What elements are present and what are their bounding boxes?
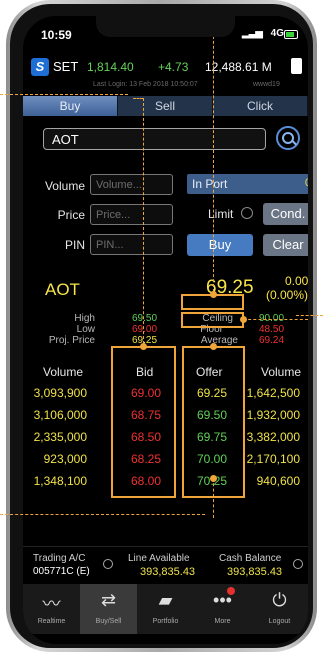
bid-volume: 1,348,100 <box>33 474 87 488</box>
search-icon[interactable] <box>276 126 300 150</box>
phone-bezel: 10:59 ▂▃▅ 4G S SET 1,814.40 +4.73 12,488… <box>10 4 313 648</box>
account-chevron-icon[interactable] <box>103 559 113 569</box>
tab-click[interactable]: Click <box>213 96 308 116</box>
last-login: Last Login: 13 Feb 2018 10:50:07 <box>93 81 198 88</box>
user-id: wwwd19 <box>253 81 280 88</box>
limit-checkbox[interactable] <box>241 207 253 219</box>
notch <box>96 16 235 37</box>
bid-leader-outside <box>0 94 128 95</box>
chart-line-icon: 〰 <box>42 594 61 614</box>
trade-tabs: Buy Sell Click <box>23 96 308 116</box>
tab-sell[interactable]: Sell <box>118 96 213 116</box>
pin-input[interactable]: PIN... <box>90 234 173 255</box>
nav-label: Realtime <box>37 618 66 625</box>
bid-volume: 3,093,900 <box>33 386 87 400</box>
low-label: Low <box>76 324 95 335</box>
limit-label: Limit <box>208 207 234 221</box>
bid-volume-header: Volume <box>43 365 84 379</box>
index-name: SET <box>53 59 79 74</box>
volume-input[interactable]: Volume... <box>90 174 173 195</box>
bid-leader-vertical <box>143 98 144 344</box>
symbol-input[interactable]: AOT <box>43 128 266 150</box>
offer-volume-header: Volume <box>261 365 302 379</box>
nav-realtime[interactable]: 〰 Realtime <box>23 584 80 634</box>
ceiling-marker-dot <box>210 291 217 298</box>
bottom-nav: 〰 Realtime ⇄ Buy/Sell ▰ Portfolio ••• Mo… <box>23 584 308 634</box>
offer-volume: 1,642,500 <box>246 386 300 400</box>
index-value: 1,814.40 <box>87 60 134 74</box>
battery-icon <box>284 30 298 39</box>
buy-button[interactable]: Buy <box>187 234 253 256</box>
network-label: 4G <box>270 28 284 39</box>
folder-icon: ▰ <box>158 590 173 610</box>
stock-change-pct: (0.00%) <box>266 288 308 302</box>
cond-button[interactable]: Cond. <box>263 203 308 225</box>
average-value: 69.24 <box>259 335 285 346</box>
app-screen: 10:59 ▂▃▅ 4G S SET 1,814.40 +4.73 12,488… <box>23 16 308 644</box>
in-port-display: In Port 0 <box>187 174 308 194</box>
cash-chevron-icon[interactable] <box>293 559 303 569</box>
bid-leader-top <box>133 98 143 99</box>
high-value: 69.50 <box>132 313 158 324</box>
cash-balance-label: Cash Balance <box>219 553 282 564</box>
notification-badge <box>227 587 235 595</box>
index-bar: S SET 1,814.40 +4.73 12,488.61 M Last Lo… <box>23 54 308 98</box>
line-available-label: Line Available <box>128 553 190 564</box>
nav-label: Logout <box>268 618 291 625</box>
stock-change: 0.00 <box>285 274 308 288</box>
offer-volume: 1,932,000 <box>246 408 300 422</box>
floor-leader-outside <box>296 315 323 316</box>
floor-highlight-box <box>181 312 244 328</box>
pin-label: PIN <box>64 238 85 252</box>
offer-volume: 3,382,000 <box>246 430 300 444</box>
bid-volume: 923,000 <box>43 452 87 466</box>
bid-volume: 2,335,000 <box>33 430 87 444</box>
index-volume: 12,488.61 M <box>205 60 272 74</box>
proj-price-label: Proj. Price <box>48 335 95 346</box>
clock: 10:59 <box>41 28 72 42</box>
volume-label: Volume <box>44 179 85 193</box>
account-summary: Trading A/C 005771C (E) Line Available 3… <box>23 546 308 583</box>
nav-label: Portfolio <box>152 618 179 625</box>
nav-label: More <box>214 618 231 625</box>
nav-more[interactable]: ••• More <box>194 584 251 634</box>
clear-button[interactable]: Clear <box>263 234 308 256</box>
offer-marker-top-dot <box>210 343 217 350</box>
bid-highlight-box <box>111 346 176 498</box>
notification-icon[interactable] <box>291 58 302 74</box>
low-value: 69.00 <box>132 324 158 335</box>
stock-symbol: AOT <box>45 280 80 299</box>
offer-leader-vertical <box>213 478 214 518</box>
cash-balance-value: 393,835.43 <box>227 566 283 578</box>
power-icon: ⏻ <box>272 590 287 610</box>
floor-leader-line <box>243 319 308 320</box>
index-change: +4.73 <box>158 60 189 74</box>
line-available-value: 393,835.43 <box>140 566 196 578</box>
signal-icon: ▂▃▅ <box>241 28 263 39</box>
offer-leader-outside <box>0 514 205 515</box>
symbol-search-row: AOT <box>31 126 300 152</box>
nav-logout[interactable]: ⏻ Logout <box>251 584 308 634</box>
app-logo: S <box>31 58 49 76</box>
nav-portfolio[interactable]: ▰ Portfolio <box>137 584 194 634</box>
nav-buy-sell[interactable]: ⇄ Buy/Sell <box>80 584 137 634</box>
price-input[interactable]: Price... <box>90 204 173 225</box>
floor-value: 48.50 <box>259 324 285 335</box>
tab-buy[interactable]: Buy <box>23 96 118 116</box>
trading-account-value: 005771C (E) <box>33 566 90 577</box>
in-port-value: 0 <box>304 177 308 189</box>
trading-account-label: Trading A/C <box>33 553 86 564</box>
nav-label: Buy/Sell <box>95 618 122 625</box>
bid-marker-dot <box>140 343 147 350</box>
offer-volume: 940,600 <box>256 474 300 488</box>
ceiling-leader-line <box>213 16 214 292</box>
bid-volume: 3,106,000 <box>33 408 87 422</box>
in-port-label: In Port <box>192 177 228 191</box>
high-label: High <box>74 313 95 324</box>
phone-frame: 10:59 ▂▃▅ 4G S SET 1,814.40 +4.73 12,488… <box>6 0 317 652</box>
price-label: Price <box>57 208 85 222</box>
offer-volume: 2,170,100 <box>246 452 300 466</box>
average-label: Average <box>200 335 238 346</box>
swap-arrows-icon: ⇄ <box>100 590 117 610</box>
